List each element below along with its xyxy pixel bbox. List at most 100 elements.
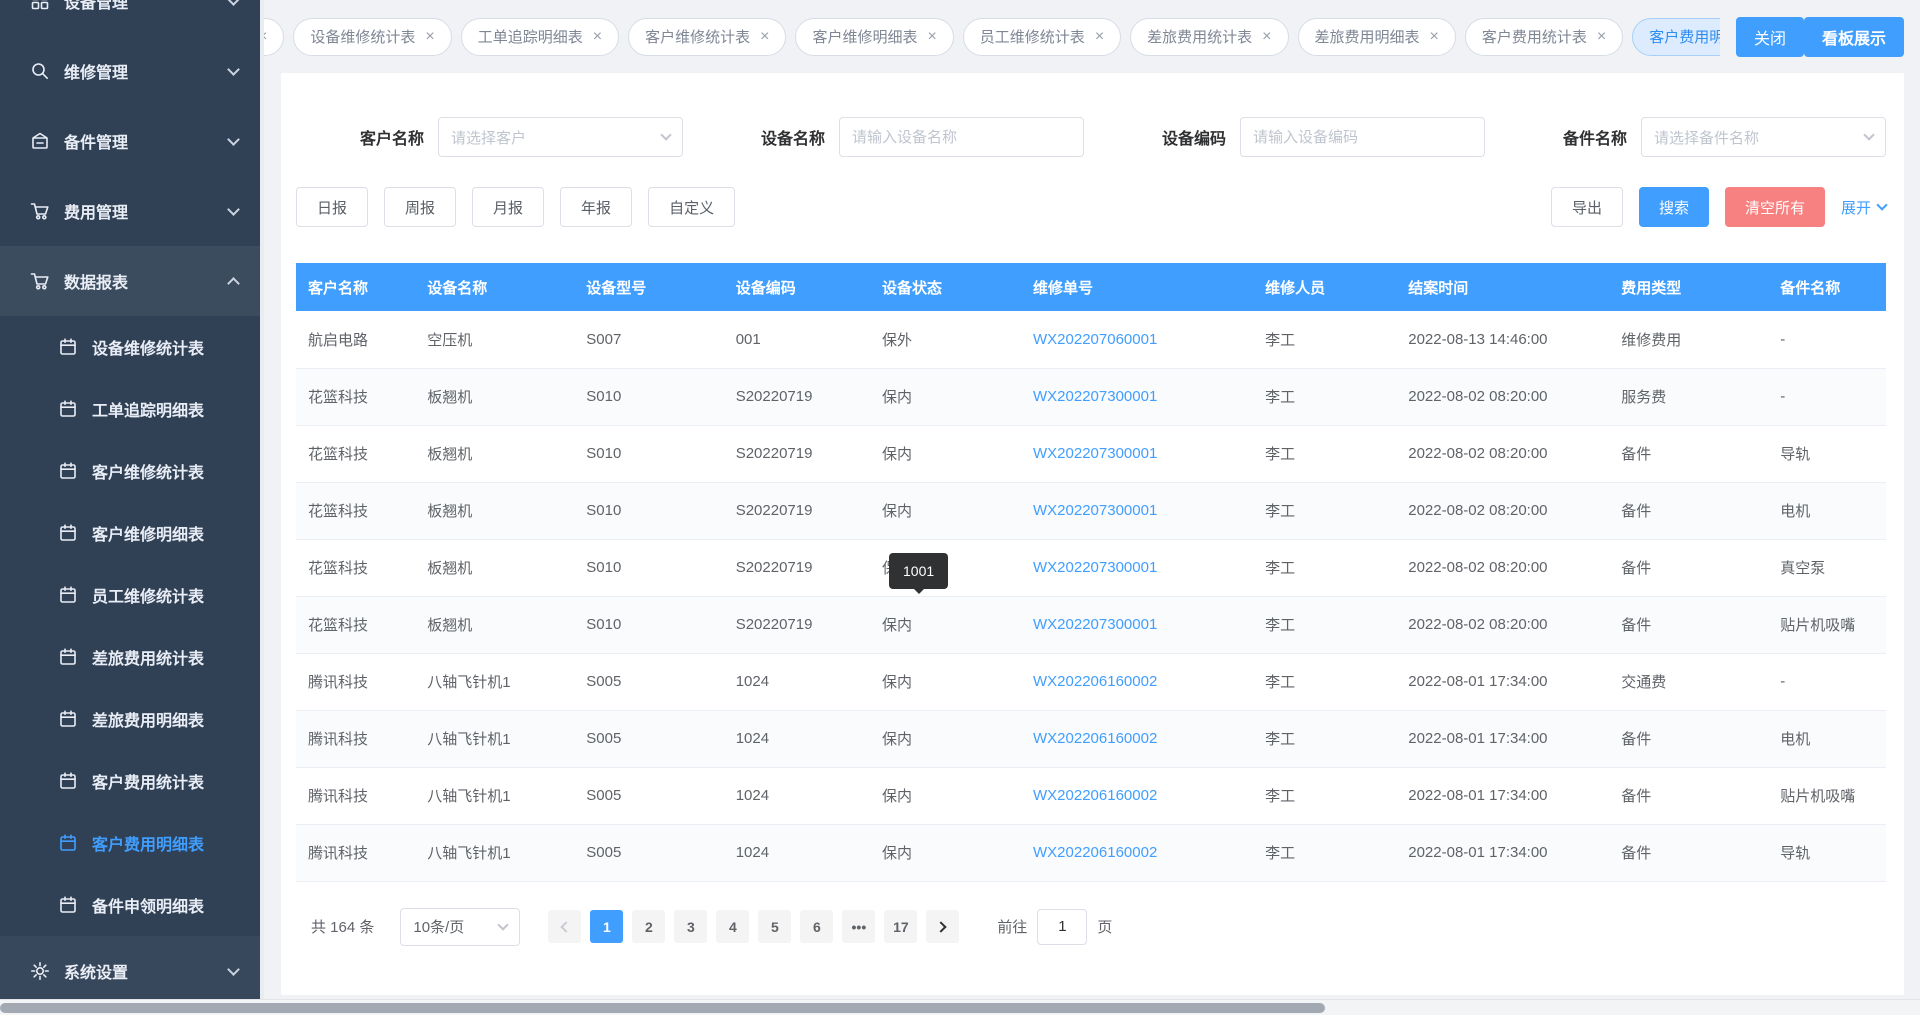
close-icon[interactable]: × — [760, 29, 769, 45]
clear-all-button[interactable]: 清空所有 — [1725, 187, 1825, 227]
sidebar-item-label: 维修管理 — [64, 59, 229, 83]
tab[interactable]: 客户维修统计表 × — [628, 18, 786, 56]
sidebar-item-repair-mgmt[interactable]: 维修管理 — [0, 36, 260, 106]
sidebar-submenu-item[interactable]: 差旅费用明细表 — [0, 688, 260, 750]
chevron-down-icon — [227, 203, 240, 216]
tab[interactable]: 差旅费用统计表 × — [1130, 18, 1288, 56]
sidebar-item-expense-mgmt[interactable]: 费用管理 — [0, 176, 260, 246]
yearly-report-button[interactable]: 年报 — [560, 187, 632, 227]
goto-page-input[interactable] — [1037, 909, 1087, 945]
table-cell: 2022-08-02 08:20:00 — [1396, 425, 1609, 482]
sidebar-item-label: 系统设置 — [64, 959, 229, 983]
table-cell: 保内 — [870, 653, 1021, 710]
repair-order-link[interactable]: WX202207300001 — [1033, 559, 1157, 576]
repair-order-link[interactable]: WX202206160002 — [1033, 673, 1157, 690]
tab[interactable]: 设备维修统计表 × — [293, 18, 451, 56]
sidebar-submenu-item[interactable]: 设备维修统计表 — [0, 316, 260, 378]
sidebar: 设备管理 维修管理 备件管理 费用 — [0, 0, 264, 1015]
repair-order-link[interactable]: WX202206160002 — [1033, 787, 1157, 804]
prev-page-button[interactable] — [548, 910, 581, 943]
device-name-input[interactable] — [839, 117, 1084, 157]
table-cell: 备件 — [1609, 767, 1768, 824]
close-icon[interactable]: × — [927, 29, 936, 45]
close-icon[interactable]: × — [1430, 29, 1439, 45]
sidebar-item-settings[interactable]: 系统设置 — [0, 936, 260, 1006]
calendar-icon — [58, 461, 78, 481]
table-cell: 1024 — [724, 824, 870, 881]
sidebar-item-reports[interactable]: 数据报表 — [0, 246, 260, 316]
close-icon[interactable]: × — [593, 29, 602, 45]
page-button[interactable]: 17 — [884, 910, 917, 943]
close-tabs-button[interactable]: 关闭 — [1736, 17, 1804, 57]
search-button[interactable]: 搜索 — [1639, 187, 1709, 227]
pager: 123456 ••• 17 — [548, 910, 959, 943]
tab[interactable]: 员工维修统计表 × — [963, 18, 1121, 56]
sidebar-submenu-item[interactable]: 备件申领明细表 — [0, 874, 260, 936]
part-name-select[interactable]: 请选择备件名称 — [1641, 117, 1886, 157]
chevron-down-icon — [227, 63, 240, 76]
table-cell: 保内 — [870, 767, 1021, 824]
export-button[interactable]: 导出 — [1551, 187, 1623, 227]
table-cell: WX202207060001 — [1021, 311, 1253, 368]
daily-report-button[interactable]: 日报 — [296, 187, 368, 227]
next-page-button[interactable] — [926, 910, 959, 943]
tab[interactable]: 差旅费用明细表 × — [1298, 18, 1456, 56]
grid-icon — [30, 0, 50, 11]
expand-toggle[interactable]: 展开 — [1841, 197, 1886, 218]
scrollbar-thumb[interactable] — [0, 1003, 1325, 1013]
sidebar-submenu-item[interactable]: 员工维修统计表 — [0, 564, 260, 626]
more-pages-button[interactable]: ••• — [842, 910, 875, 943]
repair-order-link[interactable]: WX202206160002 — [1033, 844, 1157, 861]
table-cell: WX202206160002 — [1021, 710, 1253, 767]
weekly-report-button[interactable]: 周报 — [384, 187, 456, 227]
repair-order-link[interactable]: WX202206160002 — [1033, 730, 1157, 747]
close-icon[interactable]: × — [425, 29, 434, 45]
tab[interactable]: 客户费用明细表 × — [1632, 18, 1720, 56]
close-icon[interactable]: × — [264, 29, 267, 45]
sidebar-submenu-label: 客户维修统计表 — [92, 459, 204, 483]
page-button[interactable]: 4 — [716, 910, 749, 943]
table-row: 腾讯科技八轴飞针机1S0051024保内WX202206160002李工2022… — [296, 653, 1886, 710]
customer-select[interactable]: 请选择客户 — [438, 117, 683, 157]
sidebar-item-parts-mgmt[interactable]: 备件管理 — [0, 106, 260, 176]
close-icon[interactable]: × — [1597, 29, 1606, 45]
sidebar-submenu-item[interactable]: 客户维修明细表 — [0, 502, 260, 564]
close-icon[interactable]: × — [1095, 29, 1104, 45]
sidebar-submenu-item[interactable]: 客户费用统计表 — [0, 750, 260, 812]
tab[interactable]: 工单追踪明细表 × — [461, 18, 619, 56]
device-code-input[interactable] — [1240, 117, 1485, 157]
tab[interactable]: 用 × — [264, 18, 284, 56]
sidebar-menu: 设备管理 维修管理 备件管理 费用 — [0, 0, 260, 1006]
table-cell: 备件 — [1609, 539, 1768, 596]
monthly-report-button[interactable]: 月报 — [472, 187, 544, 227]
calendar-icon — [58, 523, 78, 543]
table-cell: S005 — [574, 710, 723, 767]
repair-order-link[interactable]: WX202207300001 — [1033, 445, 1157, 462]
board-display-button[interactable]: 看板展示 — [1804, 17, 1904, 57]
page-button[interactable]: 2 — [632, 910, 665, 943]
sidebar-submenu-item[interactable]: 差旅费用统计表 — [0, 626, 260, 688]
table-cell: S005 — [574, 653, 723, 710]
page-size-select[interactable]: 10条/页 — [400, 908, 520, 946]
sidebar-submenu-item[interactable]: 工单追踪明细表 — [0, 378, 260, 440]
page-button[interactable]: 6 — [800, 910, 833, 943]
tab[interactable]: 客户费用统计表 × — [1465, 18, 1623, 56]
page-button[interactable]: 3 — [674, 910, 707, 943]
table-cell: 保内 — [870, 368, 1021, 425]
repair-order-link[interactable]: WX202207300001 — [1033, 388, 1157, 405]
repair-order-link[interactable]: WX202207060001 — [1033, 331, 1157, 348]
sidebar-submenu-item[interactable]: 客户维修统计表 — [0, 440, 260, 502]
tab-label: 客户维修明细表 — [812, 26, 917, 47]
custom-report-button[interactable]: 自定义 — [648, 187, 735, 227]
close-icon[interactable]: × — [1262, 29, 1271, 45]
page-button[interactable]: 1 — [590, 910, 623, 943]
repair-order-link[interactable]: WX202207300001 — [1033, 616, 1157, 633]
table-cell: WX202207300001 — [1021, 368, 1253, 425]
sidebar-item-device-mgmt[interactable]: 设备管理 — [0, 0, 260, 36]
sidebar-submenu-item[interactable]: 客户费用明细表 — [0, 812, 260, 874]
tab-label: 设备维修统计表 — [310, 26, 415, 47]
tab[interactable]: 客户维修明细表 × — [795, 18, 953, 56]
repair-order-link[interactable]: WX202207300001 — [1033, 502, 1157, 519]
page-button[interactable]: 5 — [758, 910, 791, 943]
chevron-down-icon — [227, 963, 240, 976]
